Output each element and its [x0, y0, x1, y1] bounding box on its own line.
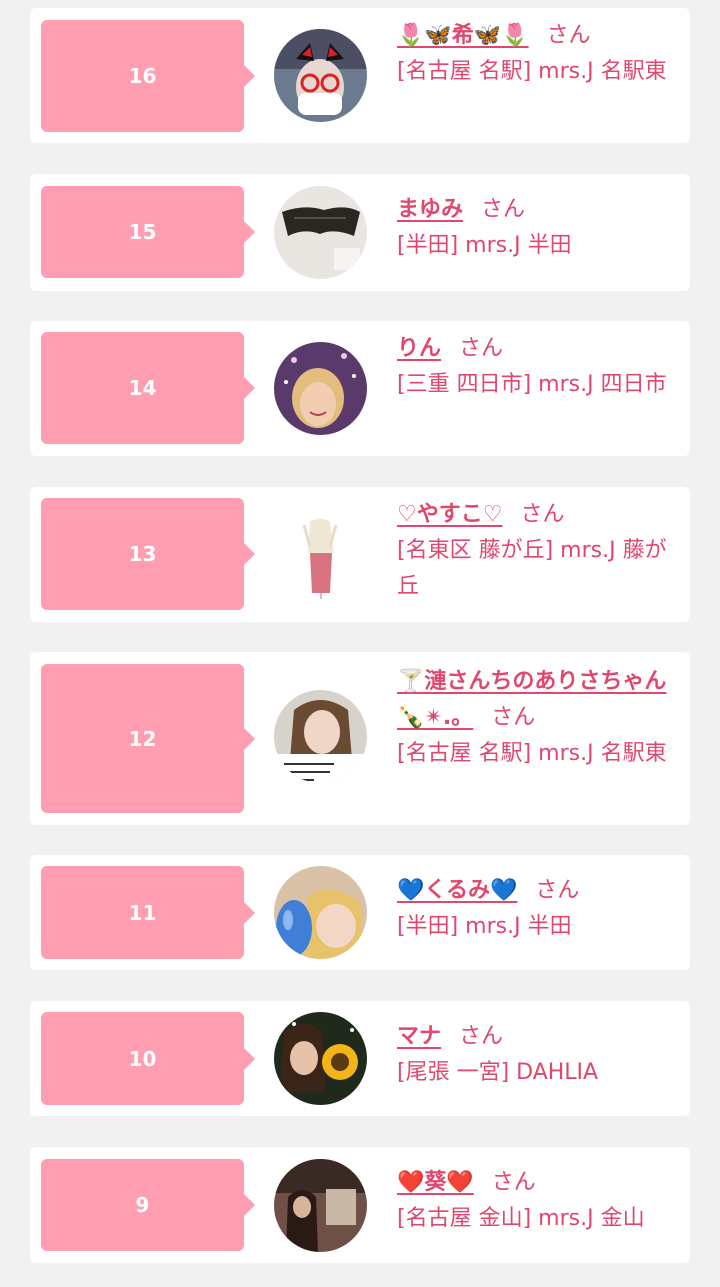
avatar[interactable] — [274, 1159, 367, 1252]
ranking-card: 14 りん さん [三重 四日市] mrs.J 四日市 — [30, 321, 690, 456]
cast-name-link[interactable]: 💙くるみ💙 — [397, 878, 517, 903]
honorific: さん — [491, 705, 536, 730]
honorific: さん — [535, 878, 580, 903]
store-location: [半田] mrs.J 半田 — [397, 233, 572, 258]
ranking-card: 9 ❤️葵❤️ さん [名古屋 金山] mrs.J 金山 — [30, 1147, 690, 1263]
store-location: [名古屋 名駅] mrs.J 名駅東 — [397, 741, 667, 766]
honorific: さん — [459, 336, 504, 361]
store-location: [三重 四日市] mrs.J 四日市 — [397, 372, 667, 397]
rank-badge: 16 — [41, 20, 255, 132]
rank-badge: 11 — [41, 866, 255, 959]
cast-info: 🌷🦋希🦋🌷 さん [名古屋 名駅] mrs.J 名駅東 — [397, 18, 677, 90]
honorific: さん — [481, 197, 526, 222]
cast-name-link[interactable]: マナ — [397, 1024, 441, 1049]
honorific: さん — [546, 23, 591, 48]
avatar[interactable] — [274, 507, 367, 600]
store-location: [尾張 一宮] DAHLIA — [397, 1060, 599, 1085]
ranking-list: 16 🌷🦋希🦋🌷 さん [名古屋 名駅] mrs.J 名駅東 15 まゆみ さん… — [0, 0, 720, 1287]
store-location: [名古屋 金山] mrs.J 金山 — [397, 1206, 645, 1231]
cast-name-link[interactable]: ❤️葵❤️ — [397, 1170, 474, 1195]
cast-info: ❤️葵❤️ さん [名古屋 金山] mrs.J 金山 — [397, 1165, 677, 1237]
store-location: [半田] mrs.J 半田 — [397, 914, 572, 939]
rank-badge: 12 — [41, 664, 255, 813]
ranking-card: 15 まゆみ さん [半田] mrs.J 半田 — [30, 174, 690, 291]
cast-name-link[interactable]: まゆみ — [397, 197, 463, 222]
cast-info: 💙くるみ💙 さん [半田] mrs.J 半田 — [397, 873, 677, 945]
rank-badge: 15 — [41, 186, 255, 278]
avatar[interactable] — [274, 690, 367, 783]
avatar[interactable] — [274, 1012, 367, 1105]
cast-info: ♡やすこ♡ さん [名東区 藤が丘] mrs.J 藤が丘 — [397, 497, 677, 605]
avatar[interactable] — [274, 29, 367, 122]
cast-info: マナ さん [尾張 一宮] DAHLIA — [397, 1019, 677, 1091]
honorific: さん — [520, 502, 565, 527]
rank-badge: 13 — [41, 498, 255, 610]
avatar[interactable] — [274, 186, 367, 279]
cast-info: りん さん [三重 四日市] mrs.J 四日市 — [397, 331, 677, 403]
avatar[interactable] — [274, 866, 367, 959]
cast-info: まゆみ さん [半田] mrs.J 半田 — [397, 192, 677, 264]
rank-badge: 14 — [41, 332, 255, 444]
store-location: [名古屋 名駅] mrs.J 名駅東 — [397, 59, 667, 84]
cast-info: 🍸漣さんちのありさちゃん🍾✴︎.。 さん [名古屋 名駅] mrs.J 名駅東 — [397, 664, 687, 772]
ranking-card: 12 🍸漣さんちのありさちゃん🍾✴︎.。 さん [名古屋 名駅] mrs.J 名駅… — [30, 652, 690, 825]
cast-name-link[interactable]: ♡やすこ♡ — [397, 502, 502, 527]
ranking-card: 10 マナ さん [尾張 一宮] DAHLIA — [30, 1001, 690, 1116]
cast-name-link[interactable]: 🌷🦋希🦋🌷 — [397, 23, 529, 48]
ranking-card: 11 💙くるみ💙 さん [半田] mrs.J 半田 — [30, 855, 690, 970]
ranking-card: 13 ♡やすこ♡ さん [名東区 藤が丘] mrs.J 藤が丘 — [30, 487, 690, 622]
rank-badge: 9 — [41, 1159, 255, 1251]
cast-name-link[interactable]: りん — [397, 336, 441, 361]
store-location: [名東区 藤が丘] mrs.J 藤が丘 — [397, 538, 667, 599]
avatar[interactable] — [274, 342, 367, 435]
ranking-card: 16 🌷🦋希🦋🌷 さん [名古屋 名駅] mrs.J 名駅東 — [30, 8, 690, 143]
honorific: さん — [491, 1170, 536, 1195]
rank-badge: 10 — [41, 1012, 255, 1105]
honorific: さん — [459, 1024, 504, 1049]
